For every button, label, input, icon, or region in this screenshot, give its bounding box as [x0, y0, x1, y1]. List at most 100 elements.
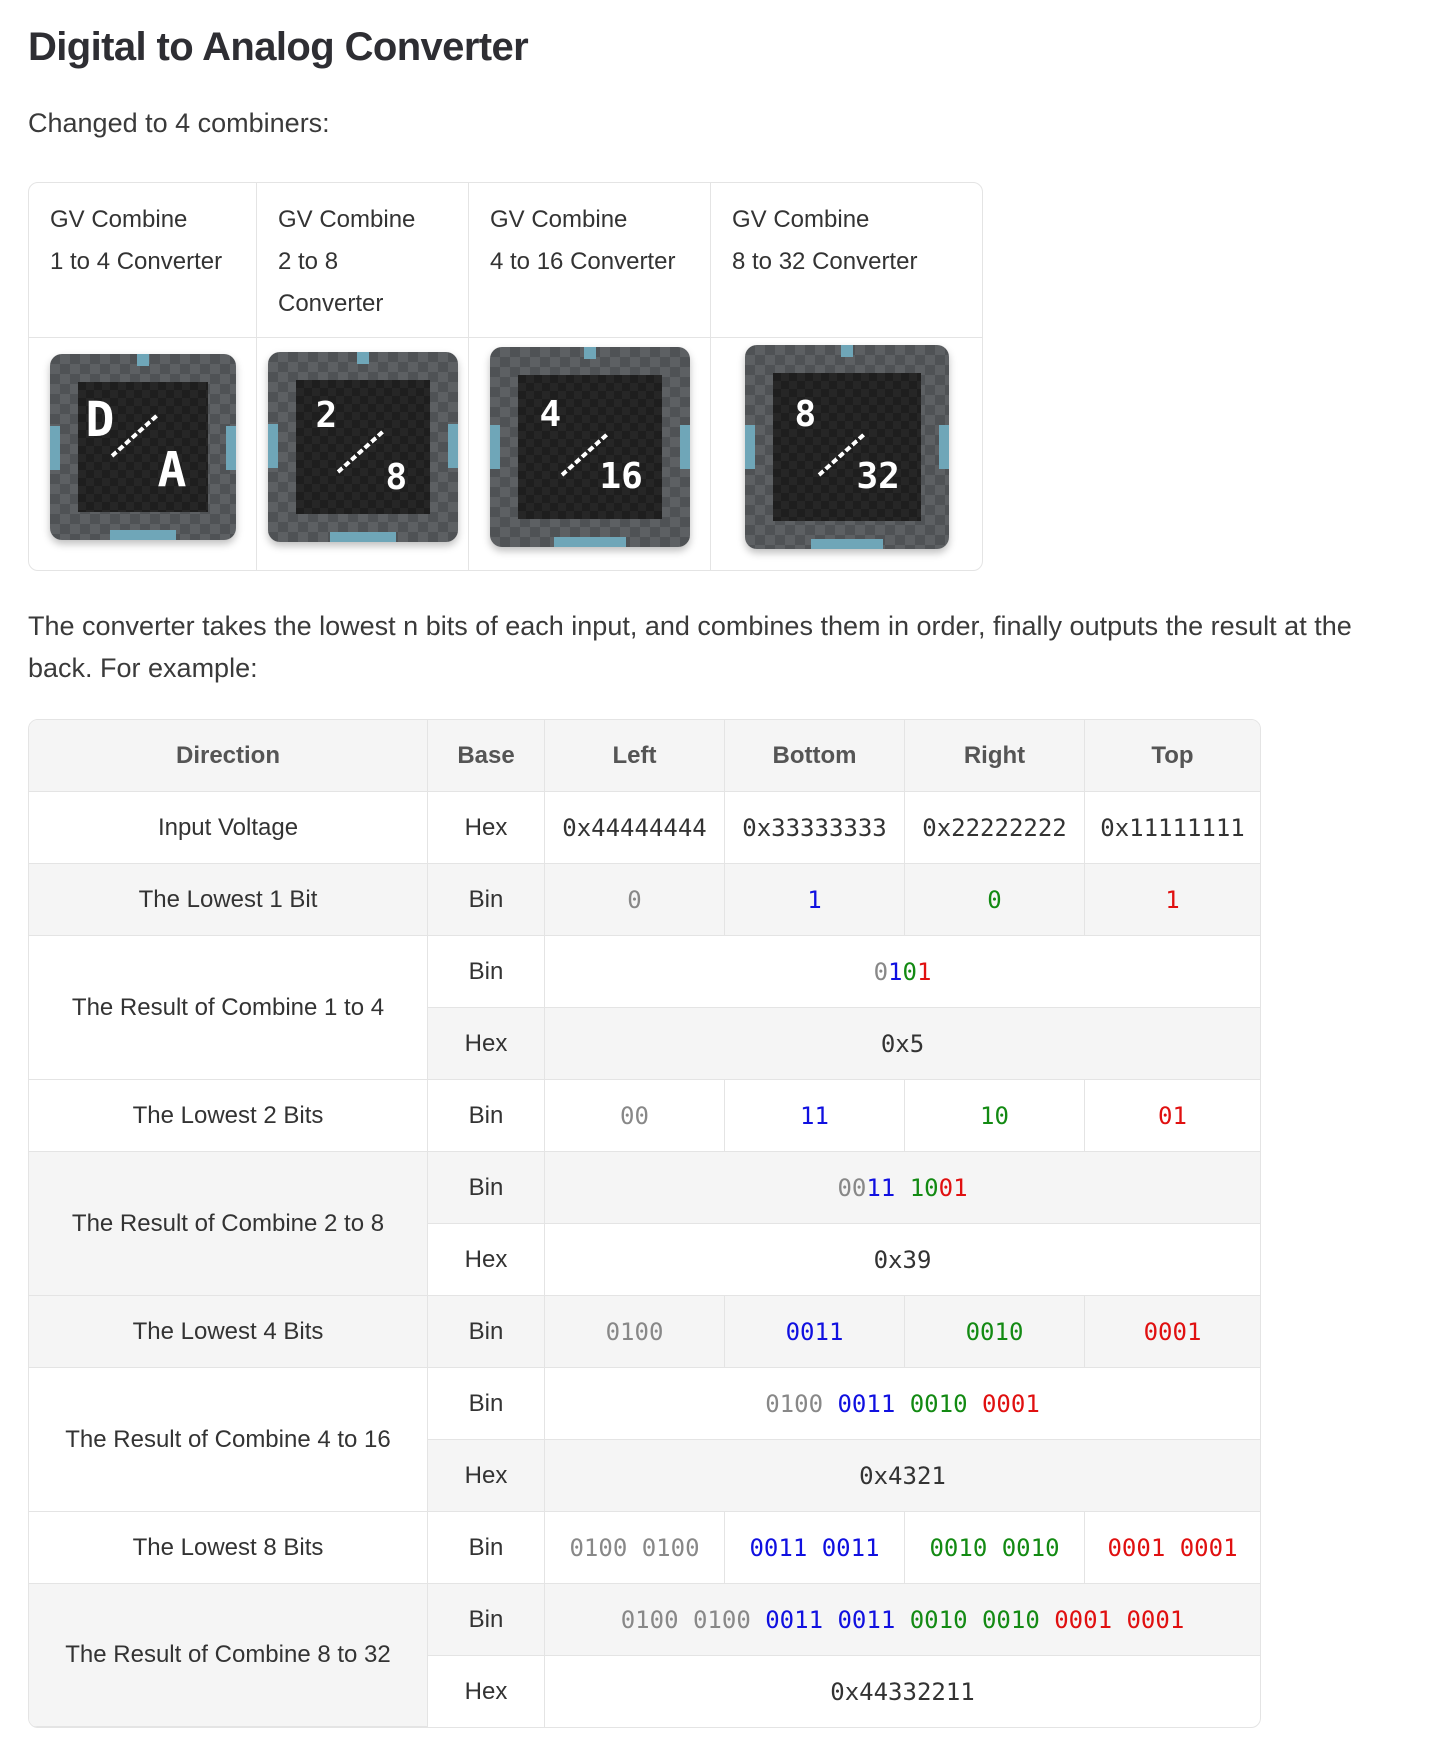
- icon-bottom-glyph: A: [157, 442, 187, 498]
- block-line2: 2 to 8 Converter: [278, 248, 384, 317]
- block-line1: GV Combine: [50, 206, 188, 233]
- cell-bottom: 11: [725, 1080, 905, 1152]
- block-line1: GV Combine: [278, 206, 416, 233]
- cell-right: 0010: [905, 1296, 1085, 1368]
- bin-part-left: 0: [873, 957, 889, 986]
- block-line1: GV Combine: [732, 206, 870, 233]
- row-base: Hex: [428, 1008, 545, 1080]
- cell-top: 0001: [1085, 1296, 1260, 1368]
- block-image-cell: D A: [29, 338, 257, 570]
- table-row: The Lowest 2 Bits Bin 00 11 10 01: [29, 1080, 1260, 1152]
- row-base: Bin: [428, 1152, 545, 1224]
- header-bottom: Bottom: [725, 720, 905, 792]
- icon-bottom-glyph: 8: [385, 457, 408, 498]
- bin-part-right: 0010 0010: [909, 1605, 1055, 1634]
- combined-hex-cell: 0x44332211: [830, 1677, 975, 1706]
- block-image-cell: 8 32: [711, 338, 982, 570]
- description-text: The converter takes the lowest n bits of…: [28, 611, 1352, 683]
- bin-part-right: 10: [909, 1173, 939, 1202]
- block-line1: GV Combine: [490, 206, 628, 233]
- table-row: The Lowest 4 Bits Bin 0100 0011 0010 000…: [29, 1296, 1260, 1368]
- row-base: Hex: [428, 792, 545, 864]
- row-base: Bin: [428, 1512, 545, 1584]
- combined-hex-cell: 0x39: [545, 1224, 1260, 1296]
- cell-left: 00: [545, 1080, 725, 1152]
- header-base: Base: [428, 720, 545, 792]
- icon-top-glyph: 2: [315, 395, 338, 436]
- bin-part-top: 1: [916, 957, 932, 986]
- bin-part-left: 0100 0100: [620, 1605, 766, 1634]
- page-title: Digital to Analog Converter: [28, 25, 529, 69]
- row-label: The Lowest 8 Bits: [29, 1512, 428, 1584]
- row-base: Bin: [428, 1296, 545, 1368]
- block-line2: 8 to 32 Converter: [732, 248, 918, 275]
- converter-2-8-icon: 2 8: [267, 352, 458, 542]
- row-label: Input Voltage: [29, 792, 428, 864]
- bin-part-bottom: 0011: [837, 1389, 910, 1418]
- cell-bottom: 1: [725, 864, 905, 936]
- cell-top: 0001 0001: [1085, 1512, 1260, 1584]
- icon-top-glyph: 8: [794, 394, 817, 435]
- row-base: Bin: [428, 1584, 545, 1656]
- row-base: Bin: [428, 936, 545, 1008]
- bin-part-right: 0010: [909, 1389, 982, 1418]
- cell-right: 0: [905, 864, 1085, 936]
- bin-part-right: 0: [902, 957, 917, 986]
- table-row: The Lowest 8 Bits Bin 0100 0100 0011 001…: [29, 1512, 1260, 1584]
- bin-part-bottom: 11: [866, 1173, 910, 1202]
- cell-left: 0: [545, 864, 725, 936]
- header-direction: Direction: [29, 720, 428, 792]
- row-base: Hex: [428, 1224, 545, 1296]
- bin-part-top: 01: [938, 1173, 968, 1202]
- cell-bottom: 0x33333333: [725, 792, 905, 864]
- cell-top: 1: [1085, 864, 1260, 936]
- intro-text: Changed to 4 combiners:: [28, 108, 330, 138]
- cell-left: 0100 0100: [545, 1512, 725, 1584]
- bin-part-top: 0001 0001: [1054, 1605, 1185, 1634]
- cell-right: 0x22222222: [905, 792, 1085, 864]
- conversion-example-table: Direction Base Left Bottom Right Top Inp…: [28, 719, 1261, 1728]
- bin-part-bottom: 1: [888, 957, 903, 986]
- table-row: The Result of Combine 1 to 4 Bin 0101: [29, 936, 1260, 1080]
- block-cell: GV Combine 2 to 8 Converter: [257, 183, 469, 338]
- combined-bin-cell: 0101: [545, 936, 1260, 1008]
- cell-bottom: 0011: [725, 1296, 905, 1368]
- icon-top-glyph: 4: [539, 394, 562, 435]
- icon-bottom-glyph: 32: [856, 456, 900, 497]
- converter-8-32-icon: 8 32: [744, 345, 949, 549]
- table-row: The Result of Combine 2 to 8 Bin 0011 10…: [29, 1152, 1260, 1296]
- table-row: The Lowest 1 Bit Bin 0 1 0 1: [29, 864, 1260, 936]
- block-line2: 1 to 4 Converter: [50, 248, 223, 275]
- combined-bin-cell: 0011 1001: [545, 1152, 1260, 1224]
- bin-part-left: 0100: [765, 1389, 838, 1418]
- row-label: The Lowest 4 Bits: [29, 1296, 428, 1368]
- header-left: Left: [545, 720, 725, 792]
- converter-4-16-icon: 4 16: [489, 347, 690, 547]
- row-base: Hex: [428, 1656, 545, 1727]
- block-image-cell: 4 16: [469, 338, 711, 570]
- row-label: The Lowest 1 Bit: [29, 864, 428, 936]
- icon-top-glyph: D: [85, 392, 115, 448]
- row-label: The Lowest 2 Bits: [29, 1080, 428, 1152]
- row-base: Bin: [428, 1080, 545, 1152]
- bin-part-top: 0001: [981, 1389, 1040, 1418]
- table-row: The Result of Combine 8 to 32 Bin 0100 0…: [29, 1584, 1260, 1727]
- header-right: Right: [905, 720, 1085, 792]
- table-row: The Result of Combine 4 to 16 Bin 0100 0…: [29, 1368, 1260, 1512]
- table-row: Input Voltage Hex 0x44444444 0x33333333 …: [29, 792, 1260, 864]
- cell-right: 10: [905, 1080, 1085, 1152]
- row-base: Bin: [428, 1368, 545, 1440]
- combined-hex-cell: 0x5: [545, 1008, 1260, 1080]
- row-base: Bin: [428, 864, 545, 936]
- row-label: The Result of Combine 4 to 16: [29, 1368, 428, 1512]
- cell-left: 0x44444444: [545, 792, 725, 864]
- row-label: The Result of Combine 2 to 8: [29, 1152, 428, 1296]
- combined-bin-cell: 0100 0011 0010 0001: [545, 1368, 1260, 1440]
- row-label: The Result of Combine 1 to 4: [29, 936, 428, 1080]
- converter-1-4-icon: D A: [49, 354, 236, 540]
- row-label: The Result of Combine 8 to 32: [29, 1584, 428, 1727]
- block-image-cell: 2 8: [257, 338, 469, 570]
- cell-left: 0100: [545, 1296, 725, 1368]
- block-cell: GV Combine 4 to 16 Converter: [469, 183, 711, 338]
- row-base: Hex: [428, 1440, 545, 1512]
